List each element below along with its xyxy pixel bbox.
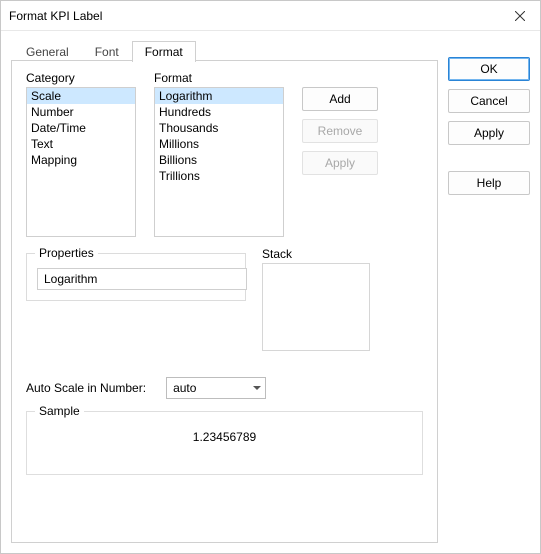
format-action-buttons: Add Remove Apply: [302, 71, 378, 237]
left-pane: General Font Format Category Scale Numbe…: [11, 39, 438, 543]
category-listbox[interactable]: Scale Number Date/Time Text Mapping: [26, 87, 136, 237]
list-item[interactable]: Number: [27, 104, 135, 120]
category-label: Category: [26, 71, 136, 85]
properties-input[interactable]: [37, 268, 247, 290]
list-item[interactable]: Hundreds: [155, 104, 283, 120]
mid-row: Properties Stack: [26, 247, 423, 351]
category-column: Category Scale Number Date/Time Text Map…: [26, 71, 136, 237]
remove-button: Remove: [302, 119, 378, 143]
auto-scale-value: auto: [173, 381, 196, 395]
list-item[interactable]: Date/Time: [27, 120, 135, 136]
help-button[interactable]: Help: [448, 171, 530, 195]
list-item[interactable]: Trillions: [155, 168, 283, 184]
list-item[interactable]: Logarithm: [155, 88, 283, 104]
tab-general[interactable]: General: [13, 41, 82, 62]
list-item[interactable]: Millions: [155, 136, 283, 152]
chevron-down-icon: [253, 386, 261, 390]
tab-panel-format: Category Scale Number Date/Time Text Map…: [11, 60, 438, 543]
add-button[interactable]: Add: [302, 87, 378, 111]
auto-scale-row: Auto Scale in Number: auto: [26, 377, 423, 399]
cancel-button[interactable]: Cancel: [448, 89, 530, 113]
properties-fieldset: Properties: [26, 253, 246, 301]
dialog-window: Format KPI Label General Font Format Cat…: [0, 0, 541, 554]
close-button[interactable]: [500, 1, 540, 31]
close-icon: [515, 11, 525, 21]
format-listbox[interactable]: Logarithm Hundreds Thousands Millions Bi…: [154, 87, 284, 237]
list-item[interactable]: Text: [27, 136, 135, 152]
tab-font[interactable]: Font: [82, 41, 132, 62]
list-item[interactable]: Scale: [27, 88, 135, 104]
properties-legend: Properties: [35, 246, 98, 260]
titlebar: Format KPI Label: [1, 1, 540, 31]
client-area: General Font Format Category Scale Numbe…: [1, 31, 540, 553]
sample-group: Sample 1.23456789: [26, 411, 423, 475]
stack-listbox[interactable]: [262, 263, 370, 351]
properties-group: Properties: [26, 247, 246, 301]
spacer: [448, 153, 530, 163]
list-item[interactable]: Billions: [155, 152, 283, 168]
list-item[interactable]: Thousands: [155, 120, 283, 136]
window-title: Format KPI Label: [9, 9, 500, 23]
apply-format-button: Apply: [302, 151, 378, 175]
top-row: Category Scale Number Date/Time Text Map…: [26, 71, 423, 237]
list-item[interactable]: Mapping: [27, 152, 135, 168]
stack-label: Stack: [262, 247, 370, 261]
sample-value: 1.23456789: [37, 430, 412, 444]
auto-scale-label: Auto Scale in Number:: [26, 381, 146, 395]
apply-button[interactable]: Apply: [448, 121, 530, 145]
ok-button[interactable]: OK: [448, 57, 530, 81]
format-column: Format Logarithm Hundreds Thousands Mill…: [154, 71, 284, 237]
dialog-buttons: OK Cancel Apply Help: [448, 39, 530, 543]
format-label: Format: [154, 71, 284, 85]
stack-column: Stack: [262, 247, 370, 351]
auto-scale-select[interactable]: auto: [166, 377, 266, 399]
tabstrip: General Font Format: [13, 39, 438, 61]
sample-legend: Sample: [35, 404, 84, 418]
tab-format[interactable]: Format: [132, 41, 196, 62]
